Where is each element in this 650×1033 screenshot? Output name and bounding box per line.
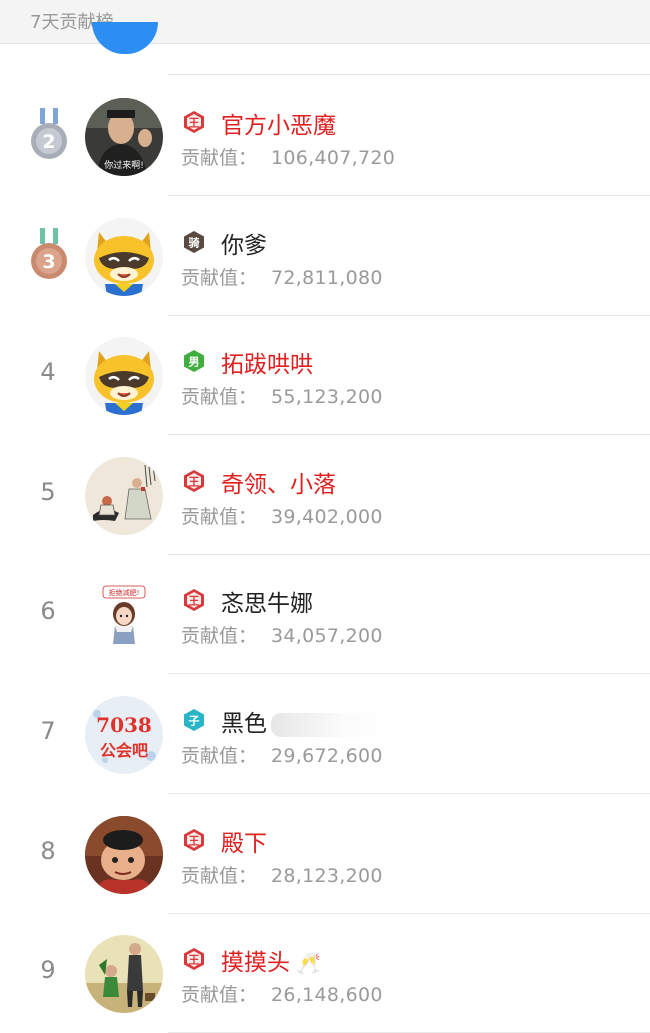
user-name[interactable]: 黑色: [221, 704, 391, 738]
level-badge-icon: 王: [182, 947, 206, 971]
rank-number: 9: [40, 956, 56, 984]
user-name[interactable]: 官方小恶魔: [221, 106, 336, 140]
rank-number: 5: [40, 478, 56, 506]
contribution-label: 贡献值：: [181, 865, 258, 887]
svg-text:王: 王: [189, 595, 200, 608]
avatar[interactable]: [85, 816, 163, 894]
contribution-number: 55,123,200: [271, 386, 383, 408]
contribution-label: 贡献值：: [181, 984, 258, 1006]
user-name-text: 摸摸头: [221, 950, 290, 976]
contribution-number: 28,123,200: [271, 865, 383, 887]
blurred-text: [271, 712, 391, 737]
user-name[interactable]: 摸摸头 🥂: [221, 943, 321, 977]
svg-text:骑: 骑: [189, 236, 200, 250]
user-name-text: 奇领、小落: [221, 472, 336, 498]
avatar[interactable]: [85, 337, 163, 415]
silver-medal-icon: 2: [28, 108, 70, 162]
user-name-text: 忞思牛娜: [221, 591, 313, 617]
level-badge-icon: 王: [182, 828, 206, 852]
list-item[interactable]: 6 拒绝减肥! 王 忞思牛娜 贡献值： 34,057,200: [0, 554, 650, 674]
contribution-label: 贡献值：: [181, 386, 258, 408]
user-name-text: 官方小恶魔: [221, 113, 336, 139]
contribution-value: 贡献值： 28,123,200: [181, 861, 383, 888]
contribution-value: 贡献值： 106,407,720: [181, 143, 395, 170]
svg-text:王: 王: [189, 835, 200, 848]
contribution-label: 贡献值：: [181, 147, 258, 169]
contribution-value: 贡献值： 55,123,200: [181, 382, 383, 409]
rank-number: 4: [40, 358, 56, 386]
contribution-label: 贡献值：: [181, 625, 258, 647]
contribution-label: 贡献值：: [181, 506, 258, 528]
level-badge-icon: 子: [182, 708, 206, 732]
avatar[interactable]: [92, 22, 158, 54]
user-name-text: 殿下: [221, 831, 267, 857]
contribution-number: 39,402,000: [271, 506, 383, 528]
user-name[interactable]: 殿下: [221, 824, 267, 858]
user-name[interactable]: 忞思牛娜: [221, 584, 313, 618]
rank-number: 7: [40, 717, 56, 745]
level-badge-icon: 王: [182, 469, 206, 493]
svg-text:拒绝减肥!: 拒绝减肥!: [109, 588, 140, 597]
avatar[interactable]: 你过来啊!: [85, 98, 163, 176]
user-name-text: 你爹: [221, 233, 267, 259]
contribution-number: 34,057,200: [271, 625, 383, 647]
contribution-number: 29,672,600: [271, 745, 383, 767]
bronze-medal-icon: 3: [28, 228, 70, 282]
rank-number: 8: [40, 837, 56, 865]
contribution-label: 贡献值：: [181, 267, 258, 289]
level-badge-icon: 王: [182, 110, 206, 134]
svg-text:王: 王: [189, 954, 200, 967]
contribution-value: 贡献值： 34,057,200: [181, 621, 383, 648]
contribution-value: 贡献值： 72,811,080: [181, 263, 383, 290]
user-name[interactable]: 奇领、小落: [221, 465, 336, 499]
list-item[interactable]: 8 王 殿下 贡献值： 28,123,200: [0, 794, 650, 914]
champagne-icon: 🥂: [296, 951, 321, 975]
svg-text:公会吧: 公会吧: [100, 741, 148, 760]
level-badge-icon: 王: [182, 588, 206, 612]
svg-text:王: 王: [189, 117, 200, 130]
list-item[interactable]: 4 男 拓跋哄哄 贡献值： 55,123,200: [0, 315, 650, 435]
contribution-number: 72,811,080: [271, 267, 383, 289]
avatar[interactable]: [85, 218, 163, 296]
list-item[interactable]: 2 你过来啊! 王 官方小恶魔 贡献值： 106,407,720: [0, 76, 650, 196]
avatar[interactable]: [85, 457, 163, 535]
user-name[interactable]: 拓跋哄哄: [221, 345, 313, 379]
avatar[interactable]: 7038 公会吧: [85, 696, 163, 774]
user-name-text: 黑色: [221, 711, 267, 737]
avatar[interactable]: [85, 935, 163, 1013]
contribution-number: 26,148,600: [271, 984, 383, 1006]
contribution-number: 106,407,720: [271, 147, 396, 169]
svg-text:男: 男: [189, 356, 200, 369]
svg-text:子: 子: [189, 715, 200, 728]
contribution-value: 贡献值： 29,672,600: [181, 741, 383, 768]
contribution-value: 贡献值： 39,402,000: [181, 502, 383, 529]
contribution-value: 贡献值： 26,148,600: [181, 980, 383, 1007]
svg-text:你过来啊!: 你过来啊!: [104, 159, 144, 171]
rank-number: 6: [40, 597, 56, 625]
list-item[interactable]: 9 王 摸摸头 🥂 贡献值： 26,148,600: [0, 913, 650, 1033]
contribution-label: 贡献值：: [181, 745, 258, 767]
list-item[interactable]: 7 7038 公会吧 子 黑色 贡献值： 29,672,600: [0, 674, 650, 794]
level-badge-icon: 男: [182, 349, 206, 373]
divider: [168, 74, 650, 75]
svg-text:3: 3: [42, 251, 55, 273]
avatar[interactable]: 拒绝减肥!: [85, 576, 163, 654]
user-name[interactable]: 你爹: [221, 226, 267, 260]
svg-text:7038: 7038: [96, 713, 152, 737]
user-name-text: 拓跋哄哄: [221, 352, 313, 378]
svg-text:2: 2: [42, 131, 55, 153]
level-badge-icon: 骑: [182, 230, 206, 254]
list-item[interactable]: 5 王 奇领、小落 贡献值： 39,402,000: [0, 435, 650, 555]
svg-text:王: 王: [189, 476, 200, 489]
list-item[interactable]: 3 骑 你爹 贡献值： 72,811,080: [0, 196, 650, 316]
